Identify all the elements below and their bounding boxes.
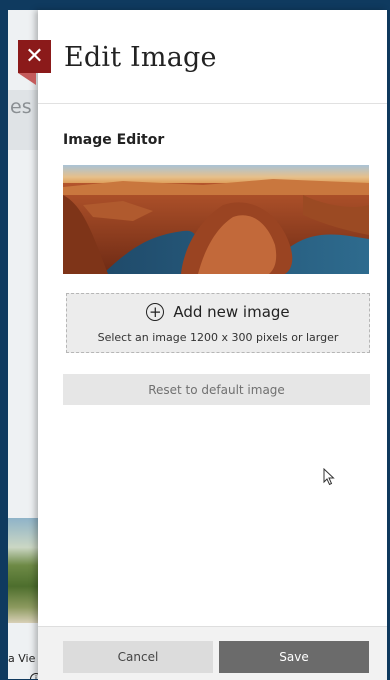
banner-image: [63, 165, 369, 274]
background-caption: a Vie: [8, 652, 36, 665]
image-size-hint: Select an image 1200 x 300 pixels or lar…: [97, 331, 339, 344]
cancel-button[interactable]: Cancel: [63, 641, 213, 673]
background-tab-text: es: [10, 96, 32, 118]
edit-image-panel: Edit Image Image Editor + Add new image …: [38, 10, 387, 680]
add-new-image-label: Add new image: [173, 303, 290, 321]
window-frame-top: [0, 0, 390, 10]
close-button[interactable]: ✕: [18, 40, 51, 73]
close-icon: ✕: [25, 43, 44, 69]
add-new-image-row: + Add new image: [67, 303, 369, 321]
info-icon: i: [30, 673, 38, 679]
mouse-cursor-icon: [323, 468, 335, 486]
panel-title: Edit Image: [64, 42, 217, 73]
panel-divider: [38, 103, 387, 104]
background-page: es a Vie i: [8, 10, 38, 679]
plus-circle-icon: +: [146, 303, 165, 321]
panel-footer: Cancel Save: [38, 626, 387, 680]
reset-default-image-button[interactable]: Reset to default image: [63, 374, 370, 405]
add-new-image-dropzone[interactable]: + Add new image Select an image 1200 x 3…: [66, 293, 370, 353]
save-button[interactable]: Save: [219, 641, 369, 673]
close-button-tab: [18, 73, 36, 85]
background-tree-image: [8, 518, 38, 623]
window-frame-left: [0, 0, 8, 679]
image-editor-label: Image Editor: [63, 132, 165, 148]
